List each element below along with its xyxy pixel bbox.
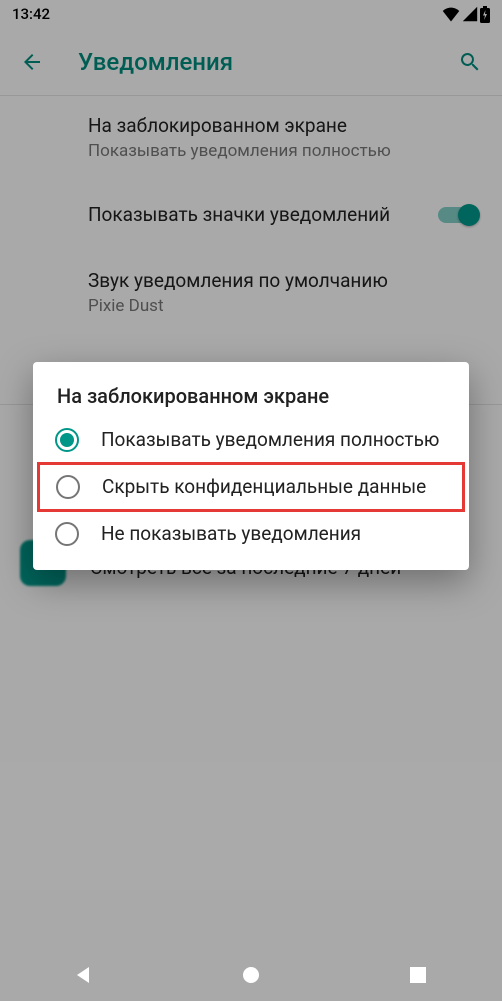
dialog-title: На заблокированном экране (33, 384, 469, 418)
radio-icon (55, 428, 79, 452)
triangle-back-icon (74, 965, 94, 985)
lockscreen-dialog: На заблокированном экране Показывать уве… (33, 362, 469, 570)
nav-recents-button[interactable] (406, 963, 430, 987)
radio-label: Скрыть конфиденциальные данные (102, 475, 426, 499)
navigation-bar (0, 949, 502, 1001)
radio-icon (55, 522, 79, 546)
radio-label: Показывать уведомления полностью (101, 428, 439, 452)
square-recents-icon (409, 966, 427, 984)
radio-option-hide-sensitive[interactable]: Скрыть конфиденциальные данные (37, 462, 465, 512)
circle-home-icon (241, 965, 261, 985)
radio-option-show-all[interactable]: Показывать уведомления полностью (33, 418, 469, 462)
nav-back-button[interactable] (72, 963, 96, 987)
radio-icon (56, 475, 80, 499)
nav-home-button[interactable] (239, 963, 263, 987)
radio-option-dont-show[interactable]: Не показывать уведомления (33, 512, 469, 556)
radio-label: Не показывать уведомления (101, 522, 361, 546)
